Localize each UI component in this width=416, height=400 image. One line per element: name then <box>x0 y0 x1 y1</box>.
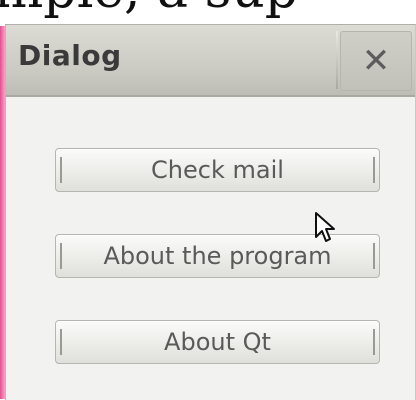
close-icon: ✕ <box>361 41 391 81</box>
about-program-label: About the program <box>103 242 332 270</box>
about-qt-button[interactable]: About Qt <box>55 320 380 364</box>
caption-text: mpie, a sup <box>0 0 298 16</box>
titlebar-separator <box>336 31 338 89</box>
close-button[interactable]: ✕ <box>340 31 412 91</box>
dialog-window: Dialog ✕ Check mail About the program Ab… <box>5 24 416 400</box>
dialog-content: Check mail About the program About Qt <box>6 97 415 400</box>
mouse-pointer-icon <box>315 212 335 242</box>
dialog-titlebar[interactable]: Dialog ✕ <box>6 25 415 97</box>
check-mail-button[interactable]: Check mail <box>55 148 380 192</box>
about-qt-label: About Qt <box>164 328 271 356</box>
dialog-title: Dialog <box>18 39 122 72</box>
check-mail-label: Check mail <box>151 156 284 184</box>
